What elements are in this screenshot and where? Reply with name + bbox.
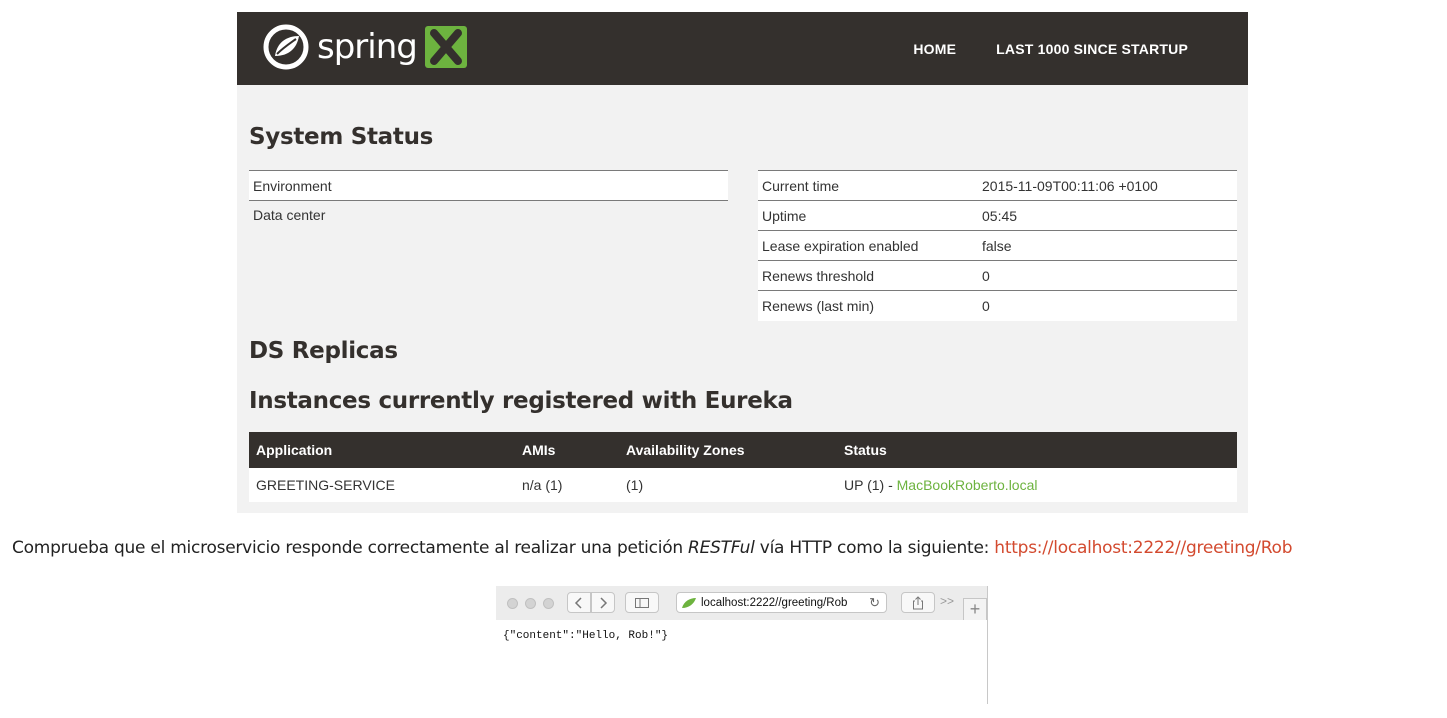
overflow-chevron-icon[interactable]: >>	[940, 594, 954, 608]
table-row: Data center	[249, 200, 728, 231]
caption-text-before: Comprueba que el microservicio responde …	[12, 538, 689, 558]
col-application: Application	[249, 432, 515, 468]
spring-logo[interactable]: spring	[263, 21, 467, 73]
instance-link[interactable]: MacBookRoberto.local	[897, 477, 1038, 493]
spring-leaf-logo-icon	[263, 24, 309, 70]
forward-icon	[600, 596, 608, 609]
status-text: UP (1) -	[844, 477, 897, 493]
col-status: Status	[837, 432, 1237, 468]
lease-expiration-value: false	[978, 230, 1237, 261]
col-amis: AMIs	[515, 432, 619, 468]
cell-amis: n/a (1)	[515, 468, 619, 502]
table-header-row: Application AMIs Availability Zones Stat…	[249, 432, 1237, 468]
renews-threshold-value: 0	[978, 260, 1237, 291]
navbar: spring HOME LAST 1000 SINCE STARTUP	[237, 12, 1248, 85]
share-button[interactable]	[901, 592, 935, 613]
spring-leaf-icon	[682, 597, 696, 608]
environment-label: Environment	[249, 170, 688, 201]
uptime-value: 05:45	[978, 200, 1237, 231]
instances-heading: Instances currently registered with Eure…	[249, 388, 793, 414]
system-status-heading: System Status	[249, 124, 434, 150]
close-dot-icon[interactable]	[507, 598, 518, 609]
nav-home[interactable]: HOME	[913, 41, 956, 57]
table-row: Renews (last min) 0	[758, 290, 1237, 321]
back-icon	[574, 596, 582, 609]
sidebar-button[interactable]	[625, 592, 659, 613]
data-center-value	[687, 200, 728, 231]
spring-x-icon	[424, 26, 467, 68]
table-row: Lease expiration enabled false	[758, 230, 1237, 261]
table-row: GREETING-SERVICE n/a (1) (1) UP (1) - Ma…	[249, 468, 1237, 502]
address-text: localhost:2222//greeting/Rob	[701, 596, 848, 609]
lease-expiration-label: Lease expiration enabled	[758, 230, 978, 261]
caption-italic: RESTFul	[688, 538, 755, 558]
json-response: {"content":"Hello, Rob!"}	[503, 630, 669, 642]
minimize-dot-icon[interactable]	[525, 598, 536, 609]
cell-status: UP (1) - MacBookRoberto.local	[837, 468, 1237, 502]
caption-url-link[interactable]: https://localhost:2222//greeting/Rob	[994, 538, 1292, 558]
instances-table: Application AMIs Availability Zones Stat…	[249, 432, 1237, 502]
renews-last-min-value: 0	[978, 290, 1237, 321]
cell-zones: (1)	[619, 468, 837, 502]
caption-paragraph: Comprueba que el microservicio responde …	[12, 538, 1292, 558]
current-time-label: Current time	[758, 170, 978, 201]
back-button[interactable]	[567, 592, 591, 613]
uptime-label: Uptime	[758, 200, 978, 231]
environment-table: Environment Data center	[249, 170, 728, 231]
table-row: Uptime 05:45	[758, 200, 1237, 231]
table-row: Environment	[249, 170, 728, 201]
forward-button[interactable]	[591, 592, 615, 613]
share-icon	[913, 595, 923, 609]
sidebar-icon	[635, 597, 649, 608]
eureka-dashboard: spring HOME LAST 1000 SINCE STARTUP Syst…	[237, 12, 1248, 513]
nav-links: HOME LAST 1000 SINCE STARTUP	[913, 12, 1188, 85]
nav-last-1000[interactable]: LAST 1000 SINCE STARTUP	[996, 41, 1188, 57]
cell-application: GREETING-SERVICE	[249, 468, 515, 502]
new-tab-plus-icon[interactable]: +	[963, 598, 987, 620]
renews-threshold-label: Renews threshold	[758, 260, 978, 291]
col-availability-zones: Availability Zones	[619, 432, 837, 468]
table-row: Current time 2015-11-09T00:11:06 +0100	[758, 170, 1237, 201]
environment-value	[687, 170, 728, 201]
caption-text-after: vía HTTP como la siguiente:	[754, 538, 995, 558]
logo-text: spring	[317, 27, 418, 67]
browser-toolbar: localhost:2222//greeting/Rob ↻ >> +	[496, 586, 987, 620]
zoom-dot-icon[interactable]	[543, 598, 554, 609]
ds-replicas-heading: DS Replicas	[249, 338, 398, 364]
status-info-table: Current time 2015-11-09T00:11:06 +0100 U…	[758, 170, 1237, 321]
browser-window: localhost:2222//greeting/Rob ↻ >> + {"co…	[496, 586, 988, 704]
table-row: Renews threshold 0	[758, 260, 1237, 291]
current-time-value: 2015-11-09T00:11:06 +0100	[978, 170, 1237, 201]
data-center-label: Data center	[249, 200, 688, 231]
reload-icon[interactable]: ↻	[869, 595, 880, 611]
renews-last-min-label: Renews (last min)	[758, 290, 978, 321]
address-bar[interactable]: localhost:2222//greeting/Rob ↻	[676, 592, 887, 613]
